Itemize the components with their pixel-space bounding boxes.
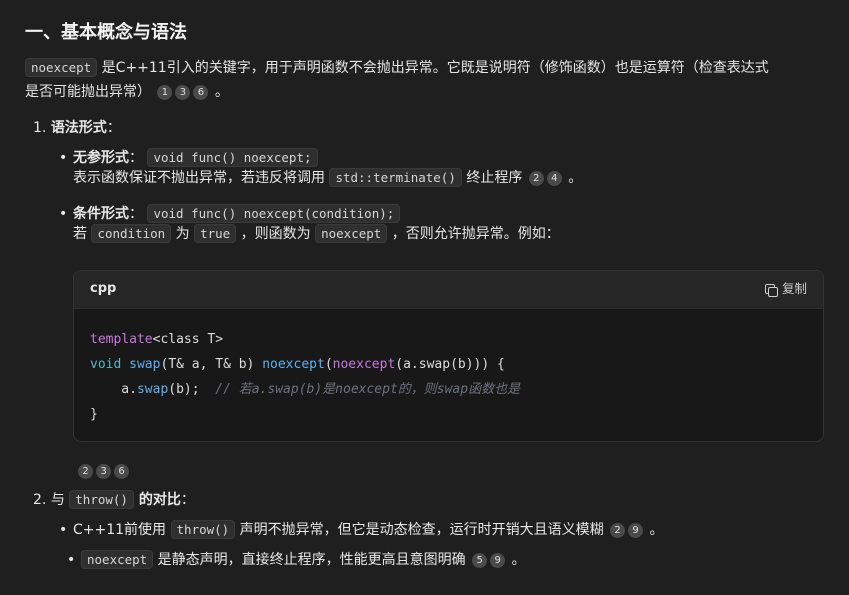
code-token: (a.swap(b))) { [395,357,505,372]
inline-code-noexcept: noexcept [25,58,98,77]
bullet-throw-old: C++11前使用 throw() 声明不抛异常，但它是动态检查，运行时开销大且语… [59,520,813,541]
bullet-text: 是静态声明，直接终止程序，性能更高且意图明确 [153,552,466,568]
code-token: noexcept [332,357,396,372]
code-token: <class T> [152,332,224,347]
citation-badge[interactable]: 9 [490,552,506,568]
bullet-text: 终止程序 [461,170,523,187]
list-title: 语法形式 [50,120,107,136]
inline-code: void func() noexcept(condition); [147,204,401,223]
period: 。 [645,522,664,538]
code-token: template [90,332,153,347]
list-number: 1. [33,120,47,136]
code-token: swap [129,357,161,372]
code-token: (b); [168,382,216,397]
citation-badge[interactable]: 4 [546,170,562,186]
inline-code: true [194,224,237,244]
colon: ： [129,150,143,166]
intro-paragraph: noexcept 是C++11引入的关键字，用于声明函数不会抛出异常。它既是说明… [25,56,825,104]
citation-group: 2 3 6 [78,463,129,479]
citation-badge[interactable]: 6 [114,463,129,479]
bullet-text: 表示函数保证不抛出异常，若违反将调用 [73,170,330,187]
bullet-text: ，则函数为 [236,226,316,243]
answer-page: 一、基本概念与语法 noexcept 是C++11引入的关键字，用于声明函数不会… [0,0,849,595]
list-number: 2. [33,492,47,508]
inline-code: throw() [170,520,236,539]
intro-text-1: 是C++11引入的关键字，用于声明函数不会抛出异常。它既是说明符（修饰函数）也是… [97,60,769,76]
citation-badge[interactable]: 1 [157,84,173,100]
code-content: template<class T> void swap(T& a, T& b) … [74,309,823,427]
citation-group: 1 3 6 [157,84,209,100]
code-token: (T& a, T& b) [160,357,263,372]
bullet-text: 为 [171,226,195,243]
colon: ： [180,492,195,508]
colon: ： [106,120,121,136]
inline-code: throw() [69,490,134,509]
bullet-text: ，否则允许抛异常。例如： [387,226,560,243]
citation-badge[interactable]: 6 [193,84,209,100]
intro-text-2: 是否可能抛出异常） [25,84,151,100]
code-token: noexcept [262,357,325,372]
code-comment: // 若a.swap(b)是noexcept的，则swap函数也是 [215,382,521,397]
inline-code: noexcept [315,224,388,244]
citation-badge[interactable]: 3 [96,463,111,479]
bullet-text: 声明不抛异常，但它是动态检查，运行时开销大且语义模糊 [235,522,604,538]
code-token: swap [136,382,169,397]
section-heading: 一、基本概念与语法 [25,22,187,43]
inline-code: void func() noexcept; [147,148,318,167]
citation-group: 2 9 [610,522,644,538]
citation-badge[interactable]: 9 [628,522,644,538]
list-item-syntax: 1. 语法形式： [33,118,121,138]
citation-badge[interactable]: 2 [528,170,544,186]
citation-group: 5 9 [472,552,506,568]
list-title: 的对比 [133,492,181,508]
inline-code: std::terminate() [329,168,462,188]
period: 。 [507,552,526,568]
bullet-noexcept-static: noexcept 是静态声明，直接终止程序，性能更高且意图明确 5 9 。 [67,550,821,571]
list-item-throw-comparison: 2. 与 throw() 的对比： [33,490,195,510]
bullet-conditional-form: 条件形式： void func() noexcept(condition); 若… [59,204,813,245]
list-text: 与 [50,492,70,508]
inline-code: noexcept [81,550,154,569]
code-language-label: cpp [90,281,117,297]
copy-label: 复制 [781,281,807,297]
code-token: } [90,407,98,422]
bullet-text: C++11前使用 [73,522,171,538]
code-token: a. [90,382,137,397]
bullet-label: 无参形式 [73,150,129,166]
code-block-header: cpp 复制 [74,271,823,309]
inline-code: condition [91,224,172,244]
citation-group-after-code: 2 3 6 [76,461,131,481]
copy-icon [764,283,778,297]
colon: ： [129,206,143,222]
citation-badge[interactable]: 2 [78,463,93,479]
code-block: cpp 复制 template<class T> void swap(T& a,… [73,270,824,442]
bullet-label: 条件形式 [73,206,129,222]
citation-badge[interactable]: 5 [472,552,488,568]
period: 。 [210,84,229,100]
citation-badge[interactable]: 3 [175,84,191,100]
citation-badge[interactable]: 2 [610,522,626,538]
period: 。 [563,170,583,187]
code-token: void [90,357,122,372]
code-token: ( [324,357,333,372]
citation-group: 2 4 [528,170,562,186]
bullet-no-arg-form: 无参形式： void func() noexcept; 表示函数保证不抛出异常，… [59,148,813,189]
bullet-text: 若 [73,226,92,243]
copy-button[interactable]: 复制 [764,280,807,298]
